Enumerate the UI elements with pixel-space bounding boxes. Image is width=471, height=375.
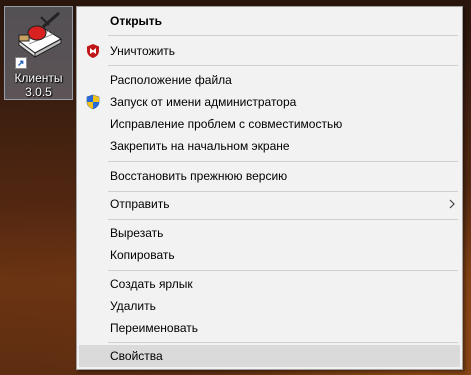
menu-separator bbox=[108, 270, 458, 271]
menu-item-restore-previous-label: Восстановить прежнюю версию bbox=[110, 169, 288, 183]
menu-item-pin-to-start[interactable]: Закрепить на начальном экране bbox=[79, 135, 460, 157]
menu-item-file-location-label: Расположение файла bbox=[110, 73, 232, 87]
menu-item-send-to-label: Отправить bbox=[110, 197, 170, 211]
menu-item-rename-label: Переименовать bbox=[110, 321, 198, 335]
menu-item-create-shortcut[interactable]: Создать ярлык bbox=[79, 273, 460, 295]
menu-item-troubleshoot-compatibility[interactable]: Исправление проблем с совместимостью bbox=[79, 113, 460, 135]
menu-item-troubleshoot-compatibility-label: Исправление проблем с совместимостью bbox=[110, 117, 343, 131]
uac-shield-icon bbox=[86, 94, 100, 110]
menu-separator bbox=[108, 161, 458, 162]
menu-separator bbox=[108, 191, 458, 192]
menu-item-create-shortcut-label: Создать ярлык bbox=[110, 277, 193, 291]
menu-separator bbox=[108, 342, 458, 343]
shortcut-label: Клиенты 3.0.5 bbox=[5, 71, 72, 99]
menu-item-delete-label: Удалить bbox=[110, 299, 156, 313]
menu-item-copy-label: Копировать bbox=[110, 248, 175, 262]
menu-separator bbox=[108, 219, 458, 220]
shortcut-label-version: 3.0.5 bbox=[25, 85, 52, 99]
menu-item-open-label: Открыть bbox=[110, 14, 163, 28]
menu-item-file-location[interactable]: Расположение файла bbox=[79, 69, 460, 91]
menu-item-run-as-admin[interactable]: Запуск от имени администратора bbox=[79, 91, 460, 113]
menu-item-delete[interactable]: Удалить bbox=[79, 295, 460, 317]
chevron-right-icon bbox=[449, 199, 455, 209]
desktop-shortcut-klienty[interactable]: Клиенты 3.0.5 bbox=[4, 6, 73, 100]
shortcut-label-name: Клиенты bbox=[14, 71, 63, 85]
menu-item-destroy-label: Уничтожить bbox=[110, 44, 176, 58]
menu-item-properties-label: Свойства bbox=[110, 349, 163, 363]
menu-item-pin-to-start-label: Закрепить на начальном экране bbox=[110, 139, 290, 153]
menu-item-open[interactable]: Открыть bbox=[79, 10, 460, 32]
menu-item-run-as-admin-label: Запуск от имени администратора bbox=[110, 95, 297, 109]
menu-item-rename[interactable]: Переименовать bbox=[79, 317, 460, 339]
menu-item-copy[interactable]: Копировать bbox=[79, 244, 460, 266]
context-menu: Открыть Уничтожить Расположение файла За… bbox=[76, 6, 463, 370]
shortcut-arrow-icon bbox=[15, 57, 27, 69]
menu-item-cut-label: Вырезать bbox=[110, 226, 164, 240]
menu-separator bbox=[108, 35, 458, 36]
mcafee-shield-icon bbox=[87, 44, 99, 58]
menu-separator bbox=[108, 65, 458, 66]
menu-item-restore-previous[interactable]: Восстановить прежнюю версию bbox=[79, 165, 460, 187]
menu-item-cut[interactable]: Вырезать bbox=[79, 222, 460, 244]
menu-item-send-to[interactable]: Отправить bbox=[79, 193, 460, 215]
menu-item-properties[interactable]: Свойства bbox=[79, 345, 460, 367]
menu-item-destroy[interactable]: Уничтожить bbox=[79, 40, 460, 62]
